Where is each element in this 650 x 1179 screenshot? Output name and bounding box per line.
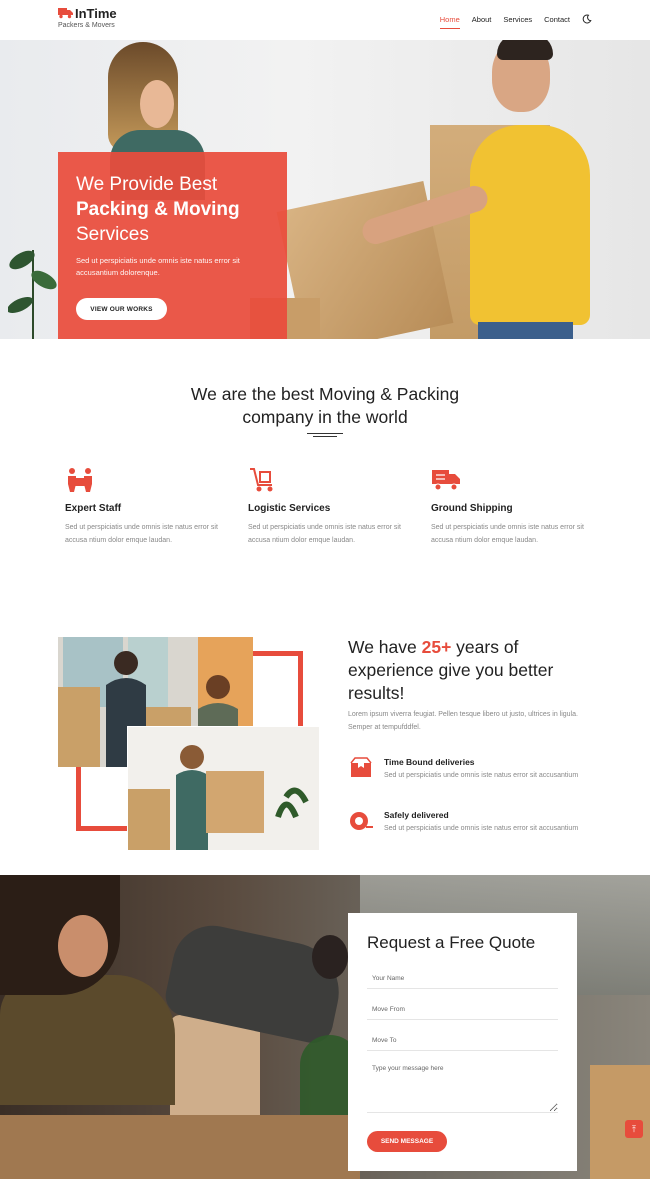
feature-title: Expert Staff bbox=[65, 503, 122, 514]
experience-years: 25+ bbox=[421, 637, 452, 657]
box-icon bbox=[350, 757, 372, 777]
main-nav: Home About Services Contact bbox=[439, 14, 592, 29]
dolly-icon bbox=[250, 468, 273, 492]
feature-title: Ground Shipping bbox=[431, 503, 513, 514]
experience-title-before: We have bbox=[348, 637, 422, 657]
experience-item-title: Time Bound deliveries bbox=[384, 757, 475, 767]
view-our-works-button[interactable]: VIEW OUR WORKS bbox=[76, 298, 167, 320]
hero-photo-man-hair bbox=[497, 40, 553, 60]
truck-icon bbox=[432, 470, 460, 491]
experience-photo-woman-box bbox=[127, 726, 320, 851]
quote-title: Request a Free Quote bbox=[367, 933, 536, 952]
brand-name: InTime bbox=[75, 6, 117, 21]
nav-item-about[interactable]: About bbox=[472, 15, 492, 24]
move-from-input[interactable] bbox=[367, 1000, 558, 1020]
section-divider bbox=[307, 433, 343, 437]
feature-ground-shipping: Ground Shipping Sed ut perspiciatis unde… bbox=[431, 467, 591, 547]
experience-item-title: Safely delivered bbox=[384, 810, 449, 820]
nav-item-services[interactable]: Services bbox=[503, 15, 532, 24]
staff-icon bbox=[68, 468, 92, 492]
site-header: InTime Packers & Movers Home About Servi… bbox=[0, 0, 650, 40]
nav-item-contact[interactable]: Contact bbox=[544, 15, 570, 24]
hero-section: We Provide Best Packing & Moving Service… bbox=[0, 40, 650, 339]
hero-title-line3: Services bbox=[76, 224, 149, 245]
feature-title: Logistic Services bbox=[248, 503, 331, 514]
your-name-input[interactable] bbox=[367, 969, 558, 989]
experience-title: We have 25+ years of experience give you… bbox=[348, 636, 608, 705]
brand-tagline: Packers & Movers bbox=[58, 22, 115, 29]
hero-card: We Provide Best Packing & Moving Service… bbox=[58, 152, 287, 339]
hero-photo-man-jeans bbox=[478, 322, 573, 339]
experience-item-text: Sed ut perspiciatis unde omnis iste natu… bbox=[384, 772, 579, 779]
tape-icon bbox=[350, 812, 373, 830]
message-textarea[interactable] bbox=[367, 1063, 558, 1113]
quote-form: Request a Free Quote SEND MESSAGE bbox=[348, 913, 577, 1171]
move-to-input[interactable] bbox=[367, 1031, 558, 1051]
plant-icon bbox=[8, 250, 57, 339]
truck-logo-icon bbox=[58, 8, 73, 19]
feature-logistic-services: Logistic Services Sed ut perspiciatis un… bbox=[248, 467, 408, 547]
feature-text: Sed ut perspiciatis unde omnis iste natu… bbox=[65, 524, 218, 544]
send-message-button[interactable]: SEND MESSAGE bbox=[367, 1131, 447, 1152]
photo-woman-box-illustration bbox=[128, 727, 319, 850]
feature-text: Sed ut perspiciatis unde omnis iste natu… bbox=[431, 524, 584, 544]
experience-item-text: Sed ut perspiciatis unde omnis iste natu… bbox=[384, 825, 579, 832]
moon-icon[interactable] bbox=[582, 14, 592, 24]
hero-title-line2: Packing & Moving bbox=[76, 199, 240, 220]
background-woman-face bbox=[58, 915, 108, 977]
background-man-head bbox=[312, 935, 348, 979]
about-title-line2: company in the world bbox=[242, 407, 408, 427]
about-title: We are the best Moving & Packing company… bbox=[0, 383, 650, 429]
about-title-line1: We are the best Moving & Packing bbox=[190, 384, 460, 404]
feature-text: Sed ut perspiciatis unde omnis iste natu… bbox=[248, 524, 401, 544]
hero-photo-woman-face bbox=[140, 80, 174, 128]
hero-photo-man bbox=[470, 125, 590, 325]
hero-description: Sed ut perspiciatis unde omnis iste natu… bbox=[76, 256, 240, 277]
arrow-up-icon[interactable]: ⤒ bbox=[625, 1120, 643, 1138]
background-table bbox=[0, 1115, 360, 1179]
nav-item-home[interactable]: Home bbox=[439, 15, 460, 29]
hero-title-line1: We Provide Best bbox=[76, 174, 218, 195]
feature-expert-staff: Expert Staff Sed ut perspiciatis unde om… bbox=[65, 467, 225, 547]
experience-description: Lorem ipsum viverra feugiat. Pellen tesq… bbox=[348, 711, 578, 731]
